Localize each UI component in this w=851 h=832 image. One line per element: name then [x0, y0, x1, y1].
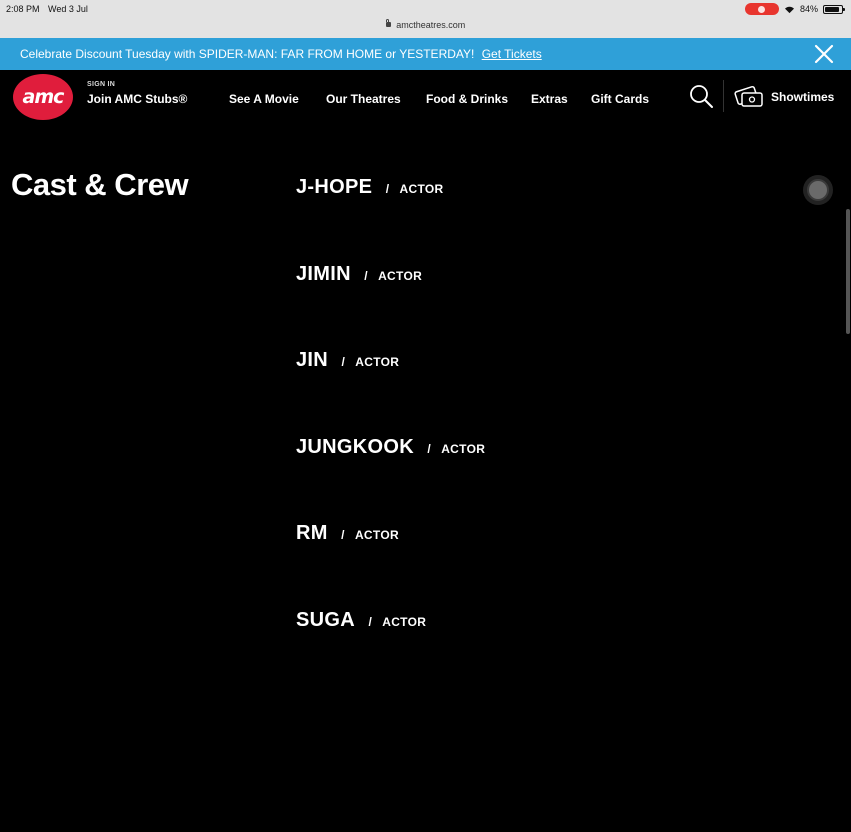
cast-item: RM / ACTOR [296, 522, 716, 609]
nav-gift-cards[interactable]: Gift Cards [591, 92, 649, 106]
battery-percent: 84% [799, 4, 818, 14]
cast-separator: / [341, 528, 345, 542]
cast-item: JIN / ACTOR [296, 349, 716, 436]
assistive-touch-button[interactable] [803, 175, 833, 205]
cast-separator: / [427, 441, 431, 456]
cast-role: ACTOR [354, 528, 399, 542]
cast-separator: / [385, 182, 390, 196]
logo-text: amc [22, 86, 65, 108]
promo-banner-text: Celebrate Discount Tuesday with SPIDER-M… [20, 47, 542, 61]
screen-recording-icon[interactable] [744, 3, 779, 15]
status-clock: 2:08 PM [6, 4, 40, 14]
page-title: Cast & Crew [11, 167, 189, 202]
cast-role: ACTOR [399, 182, 444, 196]
cast-name[interactable]: JIMIN [296, 263, 351, 285]
address-bar[interactable]: amctheatres.com [0, 19, 851, 30]
lock-icon [385, 19, 391, 27]
nav-extras[interactable]: Extras [531, 92, 568, 106]
cast-name[interactable]: J-HOPE [296, 176, 372, 198]
site-header: amc SIGN IN Join AMC Stubs® See A Movie … [0, 70, 851, 128]
header-divider [723, 80, 724, 112]
wifi-icon [784, 6, 794, 13]
cast-name[interactable]: JIN [296, 349, 328, 371]
cast-item: JUNGKOOK / ACTOR [296, 436, 716, 523]
cast-name[interactable]: JUNGKOOK [296, 436, 414, 458]
search-icon[interactable] [688, 83, 714, 109]
cast-separator: / [368, 614, 372, 629]
scrollbar[interactable] [846, 209, 850, 334]
nav-food-drinks[interactable]: Food & Drinks [426, 92, 508, 106]
status-indicators: 84% [744, 3, 845, 15]
nav-see-a-movie[interactable]: See A Movie [229, 92, 299, 106]
sign-in-link[interactable]: SIGN IN [87, 81, 187, 88]
cast-name[interactable]: RM [296, 522, 328, 544]
cast-item: J-HOPE / ACTOR [296, 176, 716, 263]
cast-item: SUGA / ACTOR [296, 609, 716, 696]
address-url: amctheatres.com [396, 20, 466, 30]
cast-list: J-HOPE / ACTOR JIMIN / ACTOR JIN / ACTOR… [296, 176, 716, 695]
close-icon[interactable] [813, 43, 835, 65]
join-stubs-link[interactable]: Join AMC Stubs® [87, 92, 187, 106]
cast-role: ACTOR [441, 441, 486, 456]
status-date: Wed 3 Jul [48, 4, 88, 14]
nav-our-theatres[interactable]: Our Theatres [326, 92, 401, 106]
cast-role: ACTOR [355, 355, 400, 369]
sign-in-block[interactable]: SIGN IN Join AMC Stubs® [87, 81, 187, 106]
showtimes-button[interactable]: Showtimes [733, 84, 834, 110]
promo-message: Celebrate Discount Tuesday with SPIDER-M… [20, 47, 475, 61]
status-time: 2:08 PM Wed 3 Jul [6, 4, 88, 14]
tickets-icon [734, 85, 763, 107]
battery-icon [823, 4, 845, 14]
showtimes-label: Showtimes [771, 90, 835, 104]
cast-role: ACTOR [378, 268, 423, 283]
promo-banner: Celebrate Discount Tuesday with SPIDER-M… [0, 38, 851, 70]
get-tickets-link[interactable]: Get Tickets [482, 47, 542, 61]
amc-logo[interactable]: amc [13, 74, 73, 120]
status-bar: 2:08 PM Wed 3 Jul amctheatres.com 84% [0, 0, 851, 38]
cast-separator: / [341, 355, 345, 369]
cast-item: JIMIN / ACTOR [296, 263, 716, 350]
cast-name[interactable]: SUGA [296, 609, 355, 631]
cast-separator: / [364, 268, 368, 283]
cast-role: ACTOR [382, 614, 427, 629]
